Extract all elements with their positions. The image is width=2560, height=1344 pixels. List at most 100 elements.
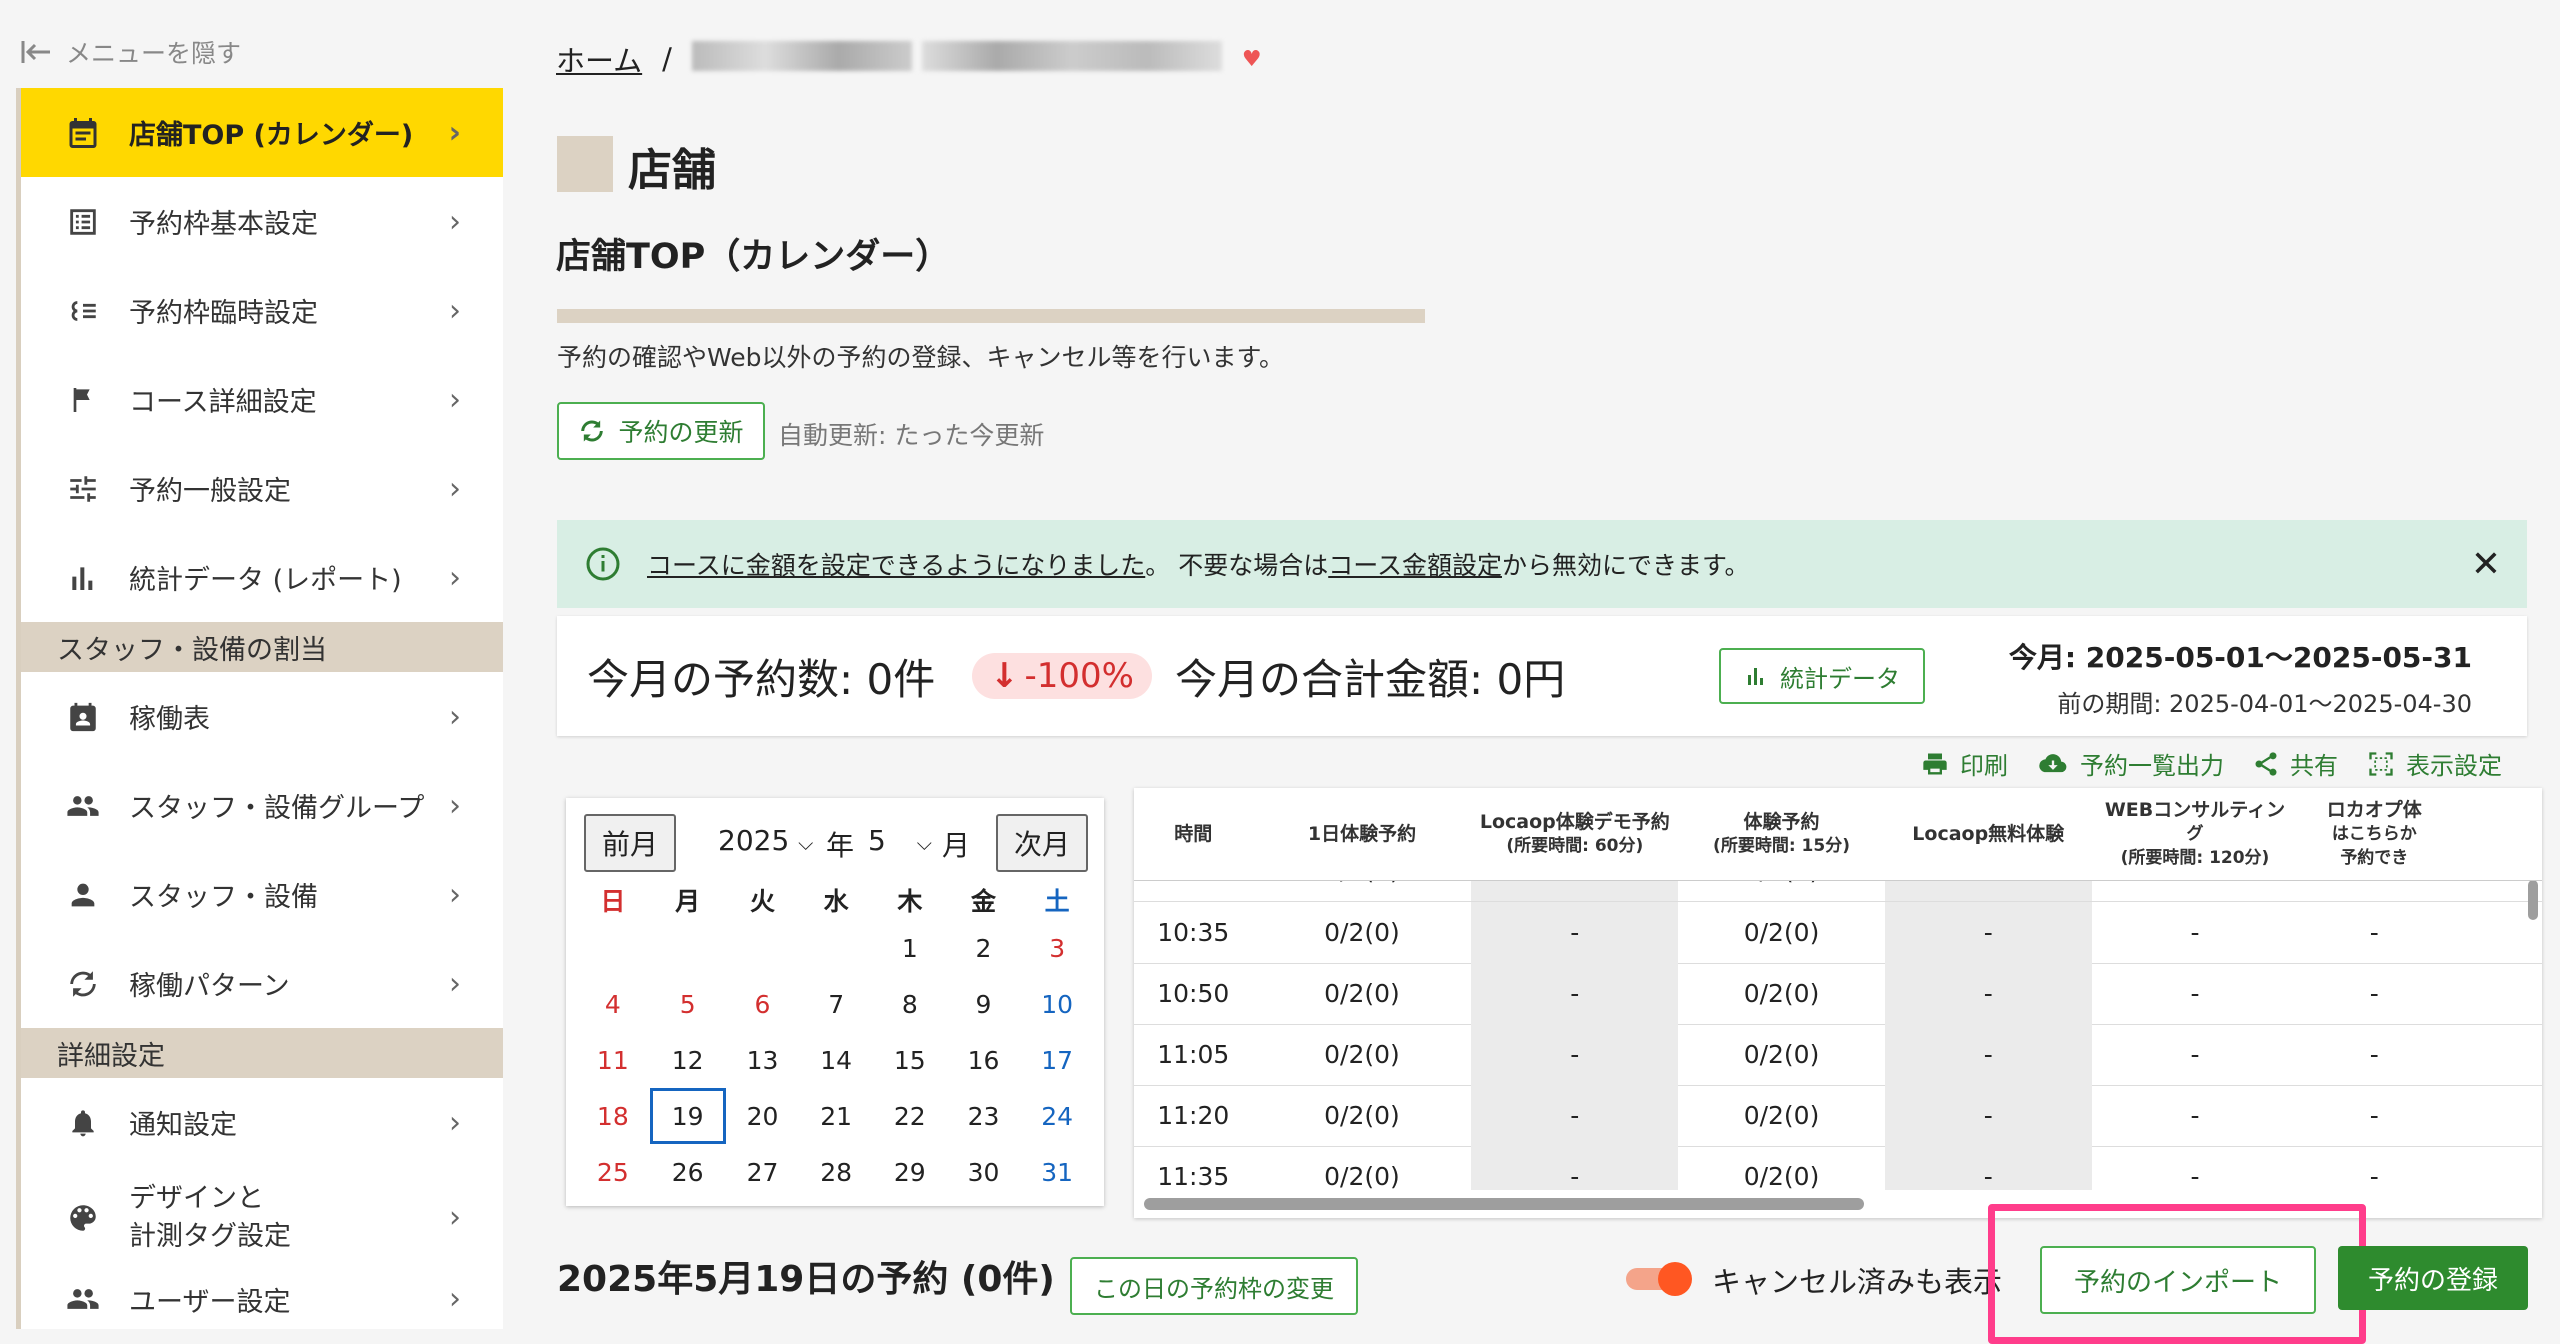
- sidebar-item-user[interactable]: ユーザー設定 ›: [21, 1269, 503, 1329]
- sidebar-item-course[interactable]: コース詳細設定 ›: [21, 355, 503, 444]
- next-month-button[interactable]: 次月: [996, 814, 1088, 872]
- slot-cell[interactable]: -: [1884, 902, 2092, 963]
- slot-cell[interactable]: -: [2298, 902, 2450, 963]
- slot-cell[interactable]: -: [2092, 902, 2299, 963]
- slot-cell[interactable]: 0/2(0): [1678, 963, 1885, 1024]
- calendar-day[interactable]: 6: [726, 976, 800, 1032]
- calendar-day[interactable]: 5: [650, 976, 726, 1032]
- slot-cell[interactable]: -: [1884, 1146, 2092, 1190]
- stats-data-button[interactable]: 統計データ: [1719, 648, 1925, 704]
- slot-cell[interactable]: -: [2298, 1146, 2450, 1190]
- slot-cell[interactable]: -: [1884, 1085, 2092, 1146]
- slot-cell[interactable]: -: [1471, 902, 1679, 963]
- import-reservations-button[interactable]: 予約のインポート: [2040, 1246, 2316, 1314]
- sidebar-item-notify[interactable]: 通知設定 ›: [21, 1078, 503, 1167]
- calendar-day[interactable]: 26: [650, 1144, 726, 1200]
- slot-cell[interactable]: -: [2092, 1146, 2299, 1190]
- slot-cell[interactable]: 0/2(0): [1253, 963, 1472, 1024]
- slot-cell[interactable]: 0/2(0): [1253, 1085, 1472, 1146]
- slot-cell[interactable]: -: [2092, 1024, 2299, 1085]
- slot-cell[interactable]: 0/2(0): [1253, 880, 1472, 901]
- calendar-day[interactable]: 7: [799, 976, 873, 1032]
- calendar-day[interactable]: 2: [947, 920, 1021, 976]
- slot-cell[interactable]: 0/2(0): [1253, 1024, 1472, 1085]
- calendar-day[interactable]: 17: [1020, 1032, 1094, 1088]
- notice-link-course-price[interactable]: コースに金額を設定できるようになりました: [647, 546, 1145, 582]
- sidebar-item-pattern[interactable]: 稼働パターン ›: [21, 939, 503, 1028]
- calendar-day[interactable]: 10: [1020, 976, 1094, 1032]
- calendar-day[interactable]: 1: [873, 920, 947, 976]
- slot-cell[interactable]: 0/2(0): [1678, 880, 1885, 901]
- sidebar-item-design[interactable]: デザインと 計測タグ設定 ›: [21, 1167, 503, 1269]
- slot-cell[interactable]: 0/2(0): [1678, 1024, 1885, 1085]
- calendar-day[interactable]: 14: [799, 1032, 873, 1088]
- slot-cell[interactable]: -: [2092, 963, 2299, 1024]
- calendar-day[interactable]: 27: [726, 1144, 800, 1200]
- refresh-button[interactable]: 予約の更新: [557, 402, 765, 460]
- breadcrumb-home-link[interactable]: ホーム: [556, 38, 642, 80]
- slot-cell[interactable]: -: [2298, 963, 2450, 1024]
- slot-cell[interactable]: -: [1471, 1085, 1679, 1146]
- sidebar-item-store-top[interactable]: 店舗TOP (カレンダー) ›: [21, 88, 503, 177]
- vertical-scrollbar[interactable]: [2528, 880, 2538, 920]
- register-reservation-button[interactable]: 予約の登録: [2338, 1246, 2528, 1310]
- sidebar-item-schedule[interactable]: 稼働表 ›: [21, 672, 503, 761]
- slot-cell[interactable]: -: [2298, 1085, 2450, 1146]
- slot-cell[interactable]: -: [1884, 1024, 2092, 1085]
- slot-cell[interactable]: 0/2(0): [1678, 902, 1885, 963]
- sidebar-item-staff-group[interactable]: スタッフ・設備グループ ›: [21, 761, 503, 850]
- slot-cell[interactable]: -: [1471, 963, 1679, 1024]
- calendar-day[interactable]: 3: [1020, 920, 1094, 976]
- calendar-day[interactable]: 8: [873, 976, 947, 1032]
- slot-cell[interactable]: 0/2(0): [1678, 1146, 1885, 1190]
- calendar-day[interactable]: 4: [576, 976, 650, 1032]
- calendar-day[interactable]: 16: [947, 1032, 1021, 1088]
- slot-cell[interactable]: -: [1471, 1146, 1679, 1190]
- slot-cell[interactable]: -: [2298, 1024, 2450, 1085]
- slot-cell[interactable]: -: [1884, 880, 2092, 901]
- calendar-day[interactable]: 21: [799, 1088, 873, 1144]
- calendar-day[interactable]: 24: [1020, 1088, 1094, 1144]
- export-button[interactable]: 予約一覧出力: [2036, 746, 2224, 781]
- calendar-day[interactable]: 28: [799, 1144, 873, 1200]
- calendar-day[interactable]: 31: [1020, 1144, 1094, 1200]
- calendar-day[interactable]: 22: [873, 1088, 947, 1144]
- notice-link-price-setting[interactable]: コース金額設定: [1328, 546, 1502, 582]
- close-icon[interactable]: ✕: [2471, 544, 2501, 585]
- prev-month-button[interactable]: 前月: [584, 814, 676, 872]
- change-day-slots-button[interactable]: この日の予約枠の変更: [1070, 1257, 1358, 1315]
- display-settings-button[interactable]: 表示設定: [2366, 746, 2502, 781]
- slot-cell[interactable]: 0/2(0): [1253, 902, 1472, 963]
- sidebar-item-slot-temp[interactable]: 予約枠臨時設定 ›: [21, 266, 503, 355]
- calendar-day[interactable]: 15: [873, 1032, 947, 1088]
- calendar-day[interactable]: 23: [947, 1088, 1021, 1144]
- calendar-day[interactable]: 30: [947, 1144, 1021, 1200]
- slot-cell[interactable]: -: [2298, 880, 2450, 901]
- print-button[interactable]: 印刷: [1920, 746, 2008, 781]
- slot-cell[interactable]: -: [1884, 963, 2092, 1024]
- calendar-day[interactable]: 19: [649, 1088, 726, 1144]
- sidebar-item-stats[interactable]: 統計データ (レポート) ›: [21, 533, 503, 622]
- calendar-day[interactable]: 11: [576, 1032, 650, 1088]
- calendar-day[interactable]: 18: [576, 1088, 650, 1144]
- horizontal-scrollbar[interactable]: [1144, 1198, 1864, 1210]
- year-select[interactable]: 2025 ⌵: [718, 824, 813, 857]
- show-cancelled-toggle[interactable]: [1626, 1262, 1692, 1296]
- sidebar-item-general[interactable]: 予約一般設定 ›: [21, 444, 503, 533]
- calendar-day[interactable]: 9: [947, 976, 1021, 1032]
- share-button[interactable]: 共有: [2252, 746, 2338, 781]
- calendar-day[interactable]: 13: [726, 1032, 800, 1088]
- sidebar-item-slot-basic[interactable]: 予約枠基本設定 ›: [21, 177, 503, 266]
- slot-cell[interactable]: -: [1471, 880, 1679, 901]
- sidebar-item-staff[interactable]: スタッフ・設備 ›: [21, 850, 503, 939]
- slot-cell[interactable]: 0/2(0): [1253, 1146, 1472, 1190]
- slot-cell[interactable]: -: [2092, 1085, 2299, 1146]
- calendar-day[interactable]: 12: [650, 1032, 726, 1088]
- calendar-day[interactable]: 29: [873, 1144, 947, 1200]
- slot-cell[interactable]: 0/2(0): [1678, 1085, 1885, 1146]
- calendar-day[interactable]: 25: [576, 1144, 650, 1200]
- slot-cell[interactable]: -: [2092, 880, 2299, 901]
- calendar-day[interactable]: 20: [726, 1088, 800, 1144]
- month-select[interactable]: 5 ⌵: [868, 824, 932, 857]
- hide-menu-button[interactable]: メニューを隠す: [20, 34, 241, 70]
